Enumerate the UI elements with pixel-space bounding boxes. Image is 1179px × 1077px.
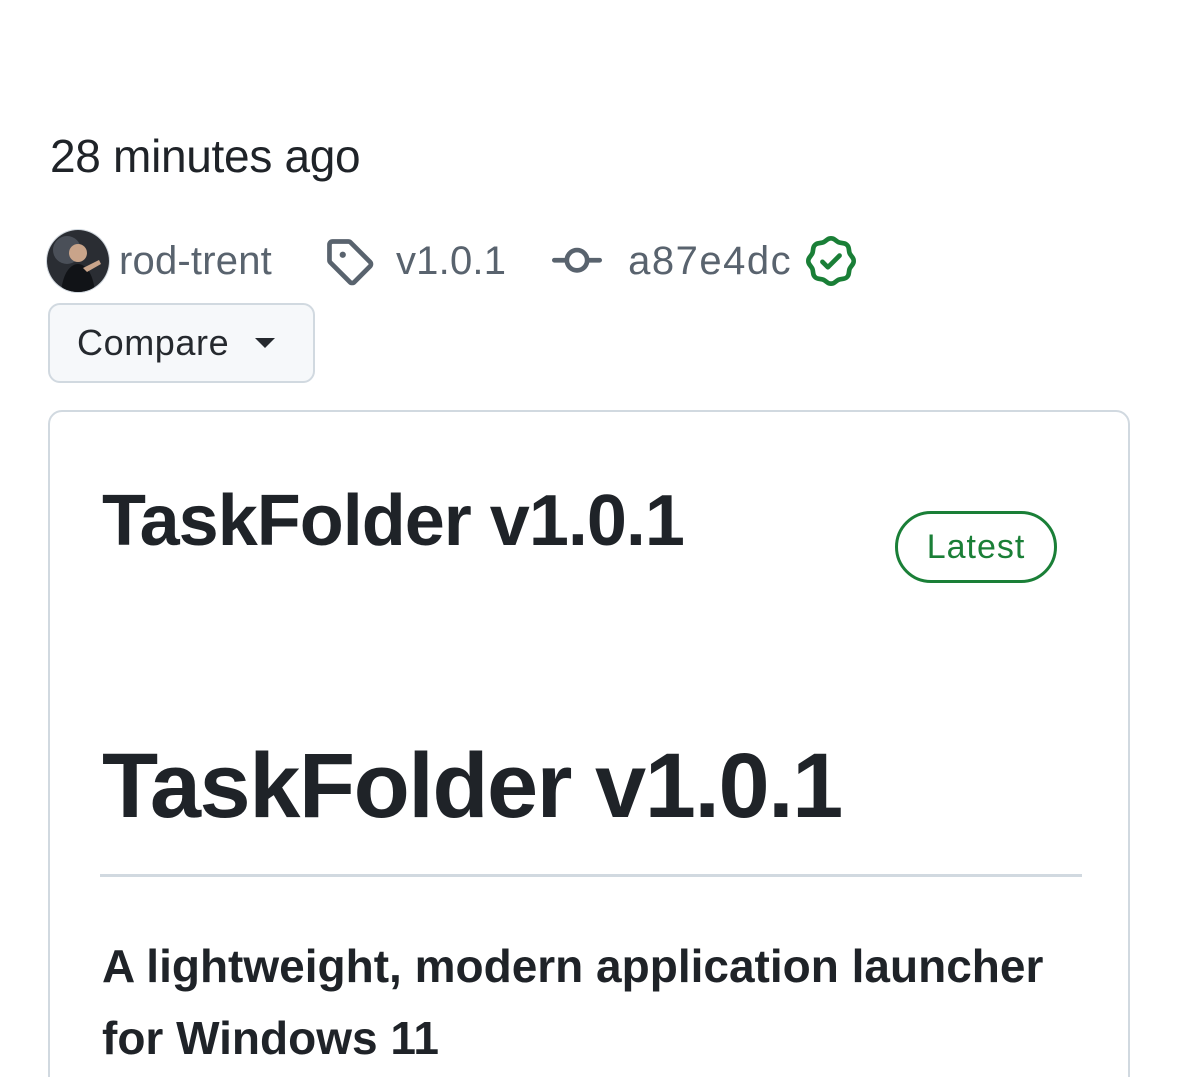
release-notes-subheading: A lightweight, modern application launch… xyxy=(102,940,1044,1064)
tag-link[interactable]: v1.0.1 xyxy=(396,239,506,284)
author-link[interactable]: rod-trent xyxy=(119,239,272,284)
release-timestamp: 28 minutes ago xyxy=(50,130,361,182)
git-commit-icon xyxy=(552,236,603,286)
commit-sha-link[interactable]: a87e4dc xyxy=(628,239,792,284)
release-notes-heading: TaskFolder v1.0.1 xyxy=(102,735,843,837)
release-card: TaskFolder v1.0.1 Latest TaskFolder v1.0… xyxy=(48,410,1130,1077)
tag-icon xyxy=(324,236,374,286)
compare-button-label: Compare xyxy=(77,322,230,363)
verified-badge-icon[interactable] xyxy=(806,236,857,286)
release-title[interactable]: TaskFolder v1.0.1 xyxy=(102,480,685,562)
triangle-down-icon xyxy=(253,336,277,350)
heading-divider xyxy=(100,874,1082,877)
release-page: 28 minutes ago rod-trent v1.0.1 a87e4dc xyxy=(0,0,1179,1077)
release-meta: rod-trent v1.0.1 a87e4dc xyxy=(47,229,857,293)
latest-badge: Latest xyxy=(895,511,1057,583)
author-avatar[interactable] xyxy=(47,230,109,292)
compare-button[interactable]: Compare xyxy=(48,303,315,383)
